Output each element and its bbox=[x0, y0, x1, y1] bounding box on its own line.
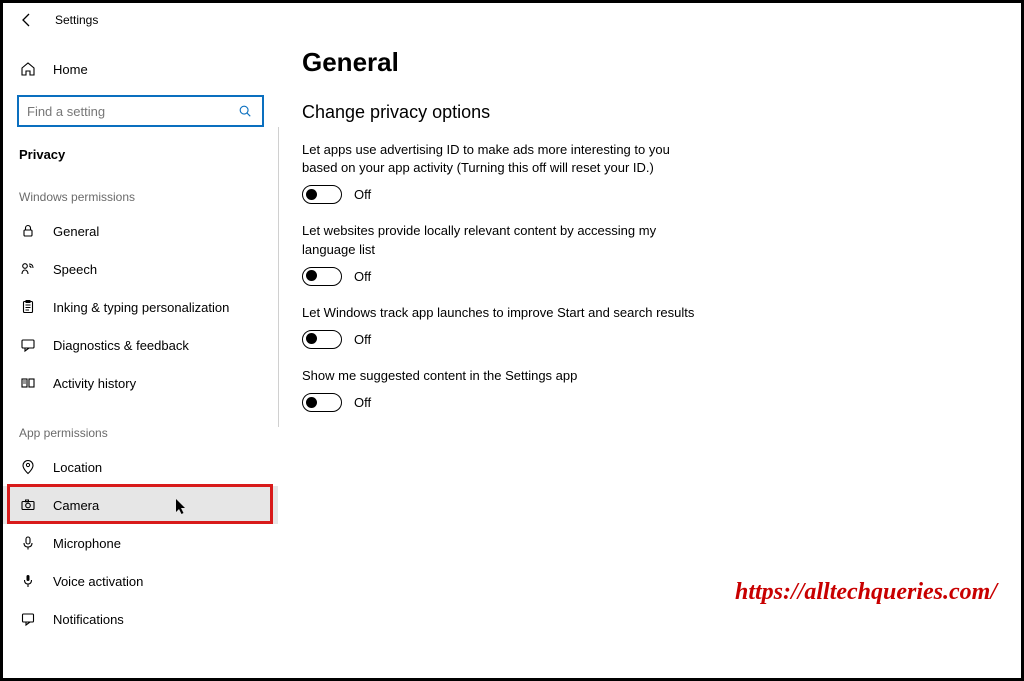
toggle-state-label: Off bbox=[354, 187, 371, 202]
sidebar-item-label: Home bbox=[53, 62, 88, 77]
sidebar-item-speech[interactable]: Speech bbox=[3, 250, 278, 288]
sidebar: Home Privacy Windows permissions General bbox=[3, 37, 278, 678]
setting-block: Let websites provide locally relevant co… bbox=[302, 222, 702, 285]
sidebar-item-label: Camera bbox=[53, 498, 99, 513]
sidebar-section-label: App permissions bbox=[3, 416, 278, 448]
search-icon bbox=[236, 104, 254, 118]
setting-description: Let apps use advertising ID to make ads … bbox=[302, 141, 702, 177]
sidebar-item-label: Location bbox=[53, 460, 102, 475]
toggle-state-label: Off bbox=[354, 395, 371, 410]
sidebar-item-label: Speech bbox=[53, 262, 97, 277]
toggle-switch[interactable] bbox=[302, 267, 342, 286]
arrow-left-icon bbox=[19, 12, 35, 28]
window-title: Settings bbox=[55, 13, 98, 27]
sidebar-item-microphone[interactable]: Microphone bbox=[3, 524, 278, 562]
sidebar-item-general[interactable]: General bbox=[3, 212, 278, 250]
setting-block: Let apps use advertising ID to make ads … bbox=[302, 141, 702, 204]
notifications-icon bbox=[19, 611, 37, 627]
toggle-switch[interactable] bbox=[302, 393, 342, 412]
sidebar-item-notifications[interactable]: Notifications bbox=[3, 600, 278, 638]
setting-block: Let Windows track app launches to improv… bbox=[302, 304, 702, 349]
sidebar-item-voice[interactable]: Voice activation bbox=[3, 562, 278, 600]
camera-icon bbox=[19, 497, 37, 513]
sidebar-item-label: Notifications bbox=[53, 612, 124, 627]
toggle-state-label: Off bbox=[354, 332, 371, 347]
sidebar-item-label: General bbox=[53, 224, 99, 239]
search-box[interactable] bbox=[17, 95, 264, 127]
sidebar-item-location[interactable]: Location bbox=[3, 448, 278, 486]
sidebar-item-camera[interactable]: Camera bbox=[3, 486, 278, 524]
sidebar-item-label: Diagnostics & feedback bbox=[53, 338, 189, 353]
sidebar-item-label: Activity history bbox=[53, 376, 136, 391]
setting-description: Let websites provide locally relevant co… bbox=[302, 222, 702, 258]
home-icon bbox=[19, 61, 37, 77]
sidebar-item-label: Voice activation bbox=[53, 574, 143, 589]
toggle-state-label: Off bbox=[354, 269, 371, 284]
toggle-switch[interactable] bbox=[302, 185, 342, 204]
vertical-separator bbox=[278, 127, 279, 427]
location-icon bbox=[19, 459, 37, 475]
cursor-icon bbox=[175, 498, 189, 516]
toggle-switch[interactable] bbox=[302, 330, 342, 349]
setting-description: Show me suggested content in the Setting… bbox=[302, 367, 702, 385]
sidebar-item-home[interactable]: Home bbox=[3, 53, 278, 85]
sidebar-item-label: Microphone bbox=[53, 536, 121, 551]
watermark-text: https://alltechqueries.com/ bbox=[735, 579, 997, 606]
lock-icon bbox=[19, 223, 37, 239]
voice-icon bbox=[19, 573, 37, 589]
back-button[interactable] bbox=[15, 8, 39, 32]
clipboard-icon bbox=[19, 299, 37, 315]
sidebar-item-diagnostics[interactable]: Diagnostics & feedback bbox=[3, 326, 278, 364]
titlebar: Settings bbox=[3, 3, 1021, 37]
setting-block: Show me suggested content in the Setting… bbox=[302, 367, 702, 412]
page-title: General bbox=[302, 47, 997, 78]
sidebar-item-activity[interactable]: Activity history bbox=[3, 364, 278, 402]
history-icon bbox=[19, 375, 37, 391]
sidebar-section-label: Windows permissions bbox=[3, 180, 278, 212]
speech-icon bbox=[19, 261, 37, 277]
main-panel: General Change privacy options Let apps … bbox=[278, 37, 1021, 678]
page-subheading: Change privacy options bbox=[302, 102, 997, 123]
sidebar-item-inking[interactable]: Inking & typing personalization bbox=[3, 288, 278, 326]
microphone-icon bbox=[19, 535, 37, 551]
setting-description: Let Windows track app launches to improv… bbox=[302, 304, 702, 322]
feedback-icon bbox=[19, 337, 37, 353]
sidebar-category-heading: Privacy bbox=[3, 141, 278, 180]
search-input[interactable] bbox=[27, 104, 236, 119]
sidebar-item-label: Inking & typing personalization bbox=[53, 300, 229, 315]
